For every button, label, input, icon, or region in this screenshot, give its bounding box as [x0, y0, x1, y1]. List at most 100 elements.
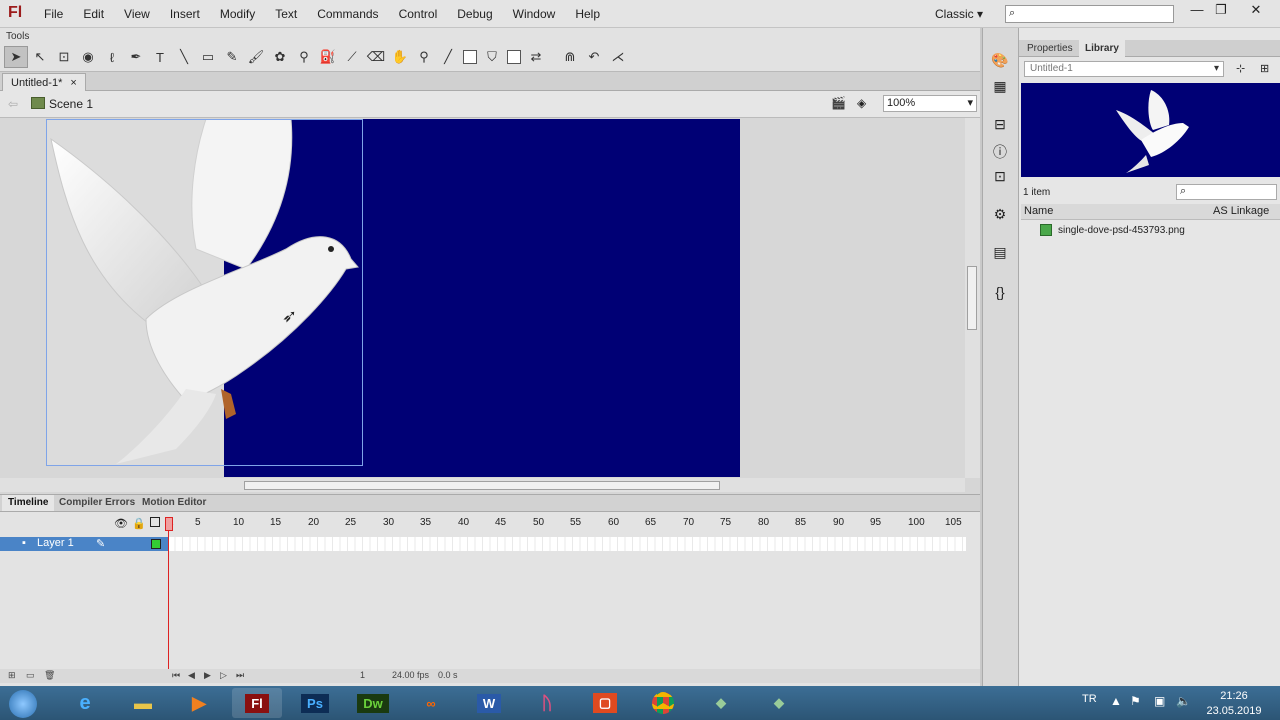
deco-tool-icon[interactable]: ✿	[268, 46, 292, 68]
pen-tool-icon[interactable]: ✒	[124, 46, 148, 68]
actions-panel-icon[interactable]: {}	[990, 284, 1010, 304]
menu-file[interactable]: File	[44, 7, 63, 21]
frame-ruler[interactable]: 1 5 10 15 20 25 30 35 40 45 50 55 60 65 …	[168, 517, 968, 531]
close-icon[interactable]: ✕	[1243, 2, 1269, 22]
horizontal-scroll-thumb[interactable]	[244, 481, 720, 490]
word-task-icon[interactable]: W	[464, 688, 514, 718]
subselection-tool-icon[interactable]: ↖	[28, 46, 52, 68]
start-icon[interactable]	[9, 690, 37, 718]
3d-rotation-tool-icon[interactable]: ◉	[76, 46, 100, 68]
network-icon[interactable]: ▣	[1154, 694, 1165, 708]
smooth-icon[interactable]: ↶	[582, 46, 606, 68]
eyedropper-tool-icon[interactable]: ⟋	[340, 46, 364, 68]
menu-edit[interactable]: Edit	[83, 7, 104, 21]
stroke-color-swatch[interactable]	[463, 50, 477, 64]
chrome-task-icon[interactable]	[638, 688, 688, 718]
fill-color-icon[interactable]: ⛉	[480, 46, 504, 68]
components-panel-icon[interactable]: ⚙	[990, 206, 1010, 226]
back-arrow-icon[interactable]: ⇦	[8, 97, 18, 111]
bone-tool-icon[interactable]: ⚲	[292, 46, 316, 68]
explorer-icon[interactable]: ▬	[118, 688, 168, 718]
swap-colors-icon[interactable]: ⇄	[524, 46, 548, 68]
transform-panel-icon[interactable]: ⊡	[990, 168, 1010, 188]
edit-scene-icon[interactable]: 🎬	[831, 96, 846, 110]
zoom-select[interactable]: 100%	[883, 95, 977, 112]
fill-color-swatch[interactable]	[507, 50, 521, 64]
rectangle-tool-icon[interactable]: ▭	[196, 46, 220, 68]
menu-control[interactable]: Control	[399, 7, 438, 21]
tab-compiler-errors[interactable]: Compiler Errors	[53, 497, 141, 508]
color-panel-icon[interactable]: 🎨	[990, 52, 1010, 72]
delete-layer-icon[interactable]: 🗑	[44, 670, 55, 681]
text-tool-icon[interactable]: T	[148, 46, 172, 68]
zoom-tool-icon[interactable]: ⚲	[412, 46, 436, 68]
align-panel-icon[interactable]: ⊟	[990, 116, 1010, 136]
tab-close-icon[interactable]: ×	[70, 77, 76, 89]
app-task-icon-3[interactable]: ◆	[754, 688, 804, 718]
ie-icon[interactable]: e	[60, 688, 110, 718]
info-panel-icon[interactable]: ⓘ	[990, 142, 1010, 162]
frame-grid[interactable]	[168, 537, 966, 551]
brush-tool-icon[interactable]: 🖌	[244, 46, 268, 68]
menu-help[interactable]: Help	[575, 7, 600, 21]
flag-icon[interactable]: ⚑	[1130, 694, 1141, 708]
menu-window[interactable]: Window	[513, 7, 556, 21]
first-frame-icon[interactable]: ⏮	[172, 670, 180, 681]
office-task-icon[interactable]: ▢	[580, 688, 630, 718]
step-forward-icon[interactable]: ▷	[220, 670, 227, 681]
library-item[interactable]: single-dove-psd-453793.png	[1040, 222, 1185, 238]
volume-icon[interactable]: 🔈	[1176, 694, 1191, 708]
scene-label[interactable]: Scene 1	[49, 97, 93, 111]
tab-properties[interactable]: Properties	[1021, 40, 1079, 57]
menu-text[interactable]: Text	[275, 7, 297, 21]
stroke-color-icon[interactable]: ╱	[436, 46, 460, 68]
media-player-icon[interactable]: ▶	[174, 688, 224, 718]
layer-row[interactable]: ▪ Layer 1 ✎	[0, 537, 168, 551]
last-frame-icon[interactable]: ⏭	[236, 670, 244, 681]
motion-presets-icon[interactable]: ▤	[990, 244, 1010, 264]
clock[interactable]: 21:26 23.05.2019	[1205, 689, 1263, 719]
flash-task-icon[interactable]: Fl	[232, 688, 282, 718]
paint-bucket-tool-icon[interactable]: ⛽	[316, 46, 340, 68]
selection-tool-icon[interactable]: ➤	[4, 46, 28, 68]
menu-commands[interactable]: Commands	[317, 7, 378, 21]
tab-library[interactable]: Library	[1079, 40, 1125, 57]
layer-color-icon[interactable]	[151, 539, 161, 549]
eye-icon[interactable]: 👁	[114, 517, 128, 530]
column-as-linkage[interactable]: AS Linkage	[1213, 205, 1269, 217]
outline-icon[interactable]	[150, 517, 160, 527]
edit-symbols-icon[interactable]: ◈	[857, 96, 866, 110]
line-tool-icon[interactable]: ╲	[172, 46, 196, 68]
menu-view[interactable]: View	[124, 7, 150, 21]
workspace-selector[interactable]: Classic	[935, 7, 983, 21]
minimize-icon[interactable]: —	[1184, 2, 1210, 22]
new-folder-icon[interactable]: ▭	[26, 670, 35, 681]
pencil-tool-icon[interactable]: ✎	[220, 46, 244, 68]
menu-modify[interactable]: Modify	[220, 7, 255, 21]
free-transform-tool-icon[interactable]: ⊡	[52, 46, 76, 68]
new-layer-icon[interactable]: ⊞	[8, 670, 16, 681]
layer-name[interactable]: Layer 1	[37, 537, 74, 549]
vertical-scroll-thumb[interactable]	[967, 266, 977, 330]
swatches-panel-icon[interactable]: ▦	[990, 78, 1010, 98]
lock-icon[interactable]: 🔒	[132, 517, 146, 530]
snap-icon[interactable]: ⋒	[558, 46, 582, 68]
tray-arrow-icon[interactable]: ▲	[1110, 694, 1122, 708]
menu-insert[interactable]: Insert	[170, 7, 200, 21]
app-task-icon-2[interactable]: ◆	[696, 688, 746, 718]
library-document-select[interactable]: Untitled-1	[1024, 61, 1224, 77]
lasso-tool-icon[interactable]: ℓ	[100, 46, 124, 68]
straighten-icon[interactable]: ⋌	[606, 46, 630, 68]
acrobat-task-icon[interactable]: ᚢ	[522, 688, 572, 718]
dreamweaver-task-icon[interactable]: Dw	[348, 688, 398, 718]
tab-motion-editor[interactable]: Motion Editor	[136, 497, 212, 508]
tab-timeline[interactable]: Timeline	[2, 495, 55, 511]
menu-debug[interactable]: Debug	[457, 7, 492, 21]
frame-rate[interactable]: 24.00 fps	[392, 670, 429, 680]
eraser-tool-icon[interactable]: ⌫	[364, 46, 388, 68]
language-indicator[interactable]: TR	[1082, 693, 1097, 705]
play-icon[interactable]: ▶	[204, 670, 211, 681]
photoshop-task-icon[interactable]: Ps	[290, 688, 340, 718]
pin-icon[interactable]: ⊹	[1236, 62, 1245, 75]
playhead-handle[interactable]	[165, 517, 173, 531]
